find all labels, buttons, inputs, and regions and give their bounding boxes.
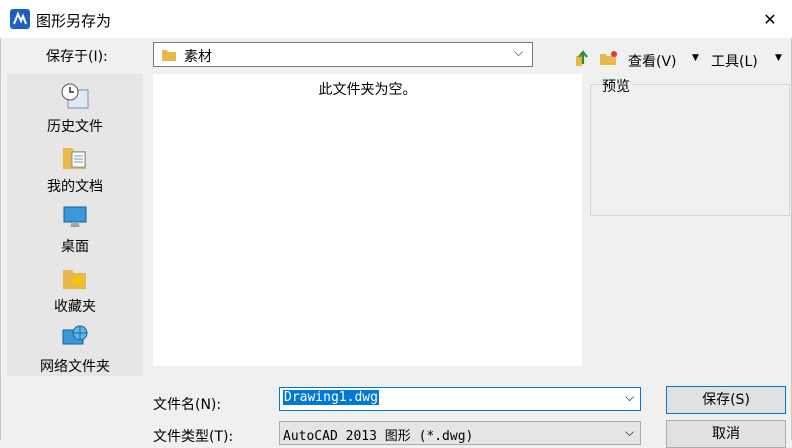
- chevron-down-icon: ⌵: [625, 425, 635, 439]
- place-history[interactable]: 历史文件: [7, 80, 143, 140]
- view-menu[interactable]: 查看(V): [628, 51, 677, 71]
- preview-label: 预览: [600, 76, 632, 96]
- save-in-label: 保存于(I):: [46, 49, 108, 65]
- place-documents[interactable]: 我的文档: [7, 140, 143, 200]
- save-in-value: 素材: [184, 49, 212, 65]
- place-label: 桌面: [61, 239, 89, 255]
- file-list[interactable]: 此文件夹为空。: [153, 74, 582, 366]
- empty-folder-message: 此文件夹为空。: [318, 82, 417, 98]
- save-button[interactable]: 保存(S): [666, 386, 786, 414]
- favorites-icon: [63, 270, 86, 289]
- filetype-dropdown[interactable]: AutoCAD 2013 图形 (*.dwg) ⌵: [279, 421, 641, 445]
- folder-icon: [162, 50, 176, 61]
- title-bar: 图形另存为 ✕: [0, 0, 792, 38]
- filename-label: 文件名(N):: [153, 397, 222, 413]
- chevron-down-icon: ⌵: [514, 45, 524, 59]
- filename-input[interactable]: Drawing1.dwg ⌵: [279, 387, 641, 411]
- close-icon: ✕: [763, 9, 777, 29]
- filetype-value: AutoCAD 2013 图形 (*.dwg): [283, 429, 474, 444]
- filename-value: Drawing1.dwg: [283, 390, 379, 405]
- window-title: 图形另存为: [36, 12, 112, 30]
- view-dropdown-arrow-icon[interactable]: ▼: [692, 53, 699, 63]
- app-logo-icon: [10, 9, 30, 29]
- places-bar: 历史文件 我的文档 桌面 收藏夹 网络文件夹: [7, 74, 143, 376]
- tools-menu[interactable]: 工具(L): [711, 51, 758, 71]
- place-label: 收藏夹: [54, 299, 96, 315]
- place-label: 我的文档: [47, 179, 103, 195]
- filetype-label: 文件类型(T):: [153, 429, 234, 445]
- network-folder-icon: [62, 325, 88, 345]
- place-favorites[interactable]: 收藏夹: [7, 260, 143, 320]
- place-network-folder[interactable]: 网络文件夹: [7, 320, 143, 380]
- place-desktop[interactable]: 桌面: [7, 200, 143, 260]
- preview-box: [590, 84, 790, 216]
- documents-icon: [63, 148, 86, 169]
- new-folder-icon[interactable]: [600, 50, 618, 66]
- up-folder-icon[interactable]: [575, 50, 591, 66]
- tools-dropdown-arrow-icon[interactable]: ▼: [775, 53, 782, 63]
- place-label: 网络文件夹: [40, 359, 110, 375]
- chevron-down-icon[interactable]: ⌵: [625, 390, 634, 405]
- history-icon: [61, 83, 89, 109]
- save-in-dropdown[interactable]: 素材 ⌵: [153, 42, 533, 67]
- desktop-icon: [63, 206, 87, 227]
- place-label: 历史文件: [47, 119, 103, 135]
- cancel-button[interactable]: 取消: [666, 420, 786, 448]
- close-button[interactable]: ✕: [752, 4, 788, 34]
